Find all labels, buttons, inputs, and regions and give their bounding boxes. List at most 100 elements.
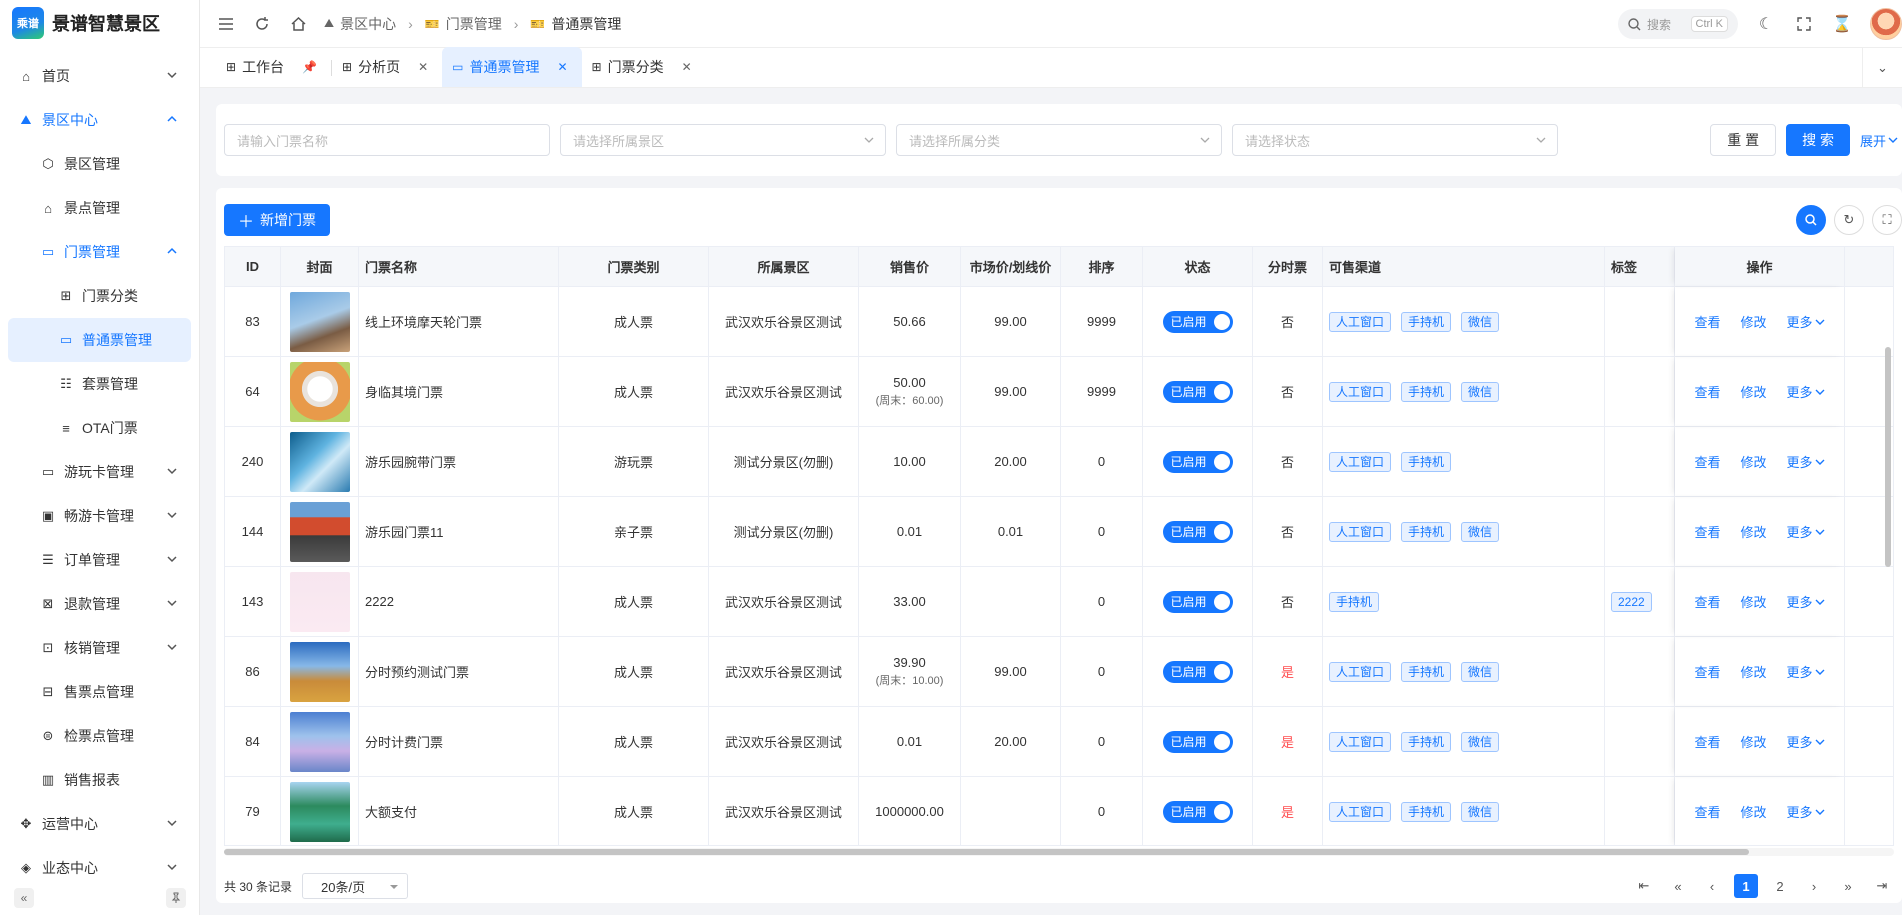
close-icon[interactable]: ✕	[557, 60, 567, 74]
next-group-button[interactable]: »	[1836, 874, 1860, 898]
sidebar-item-0[interactable]: ⌂ 首页	[0, 54, 199, 98]
status-toggle[interactable]: 已启用	[1162, 660, 1233, 683]
scenic-select[interactable]: 请选择所属景区	[560, 124, 886, 156]
edit-link[interactable]: 修改	[1740, 592, 1766, 611]
tab-workbench[interactable]: ⊞ 工作台 📌	[216, 47, 331, 87]
tab-ticket-management[interactable]: ▭ 普通票管理 ✕	[442, 47, 582, 87]
more-dropdown[interactable]: 更多	[1787, 452, 1825, 471]
status-select[interactable]: 请选择状态	[1232, 124, 1558, 156]
more-dropdown[interactable]: 更多	[1787, 312, 1825, 331]
table-cell: 50.66	[859, 287, 961, 356]
pin-icon[interactable]: 📌	[302, 60, 317, 74]
sidebar-item-3[interactable]: ⌂ 景点管理	[0, 186, 199, 230]
expand-filters-link[interactable]: 展开	[1860, 131, 1898, 150]
prev-group-button[interactable]: «	[1666, 874, 1690, 898]
reset-button[interactable]: 重 置	[1710, 124, 1777, 156]
refresh-icon	[256, 16, 268, 30]
theme-toggle-button[interactable]: ☾	[1756, 14, 1776, 34]
fullscreen-button[interactable]	[1794, 14, 1814, 34]
first-page-button[interactable]: ⇤	[1632, 874, 1656, 898]
edit-link[interactable]: 修改	[1740, 452, 1766, 471]
breadcrumb-item[interactable]: 门票管理	[446, 14, 502, 34]
table-cell: 查看 修改 更多	[1675, 287, 1845, 356]
view-link[interactable]: 查看	[1694, 452, 1720, 471]
more-dropdown[interactable]: 更多	[1787, 802, 1825, 821]
status-toggle[interactable]: 已启用	[1162, 520, 1233, 543]
status-toggle[interactable]: 已启用	[1162, 730, 1233, 753]
page-size-select[interactable]: 20条/页	[302, 873, 409, 899]
sidebar-item-12[interactable]: ⊠ 退款管理	[0, 582, 199, 626]
sidebar-item-13[interactable]: ⊡ 核销管理	[0, 626, 199, 670]
close-icon[interactable]: ✕	[418, 60, 428, 74]
breadcrumb-item[interactable]: 景区中心	[340, 14, 396, 34]
status-toggle[interactable]: 已启用	[1162, 310, 1233, 333]
page-2[interactable]: 2	[1768, 874, 1792, 898]
sidebar-item-15[interactable]: ⊜ 检票点管理	[0, 714, 199, 758]
refresh-button[interactable]	[252, 14, 272, 34]
prev-page-button[interactable]: ‹	[1700, 874, 1724, 898]
more-dropdown[interactable]: 更多	[1787, 592, 1825, 611]
category-select[interactable]: 请选择所属分类	[896, 124, 1222, 156]
sidebar-item-7[interactable]: ☷ 套票管理	[0, 362, 199, 406]
home-button[interactable]	[288, 14, 308, 34]
table-fullscreen-button[interactable]: ⛶	[1872, 205, 1902, 235]
sidebar-item-10[interactable]: ▣ 畅游卡管理	[0, 494, 199, 538]
more-dropdown[interactable]: 更多	[1787, 732, 1825, 751]
search-button[interactable]: 搜 索	[1786, 124, 1850, 156]
collapse-sidebar-button[interactable]: «	[14, 888, 34, 908]
sidebar-item-6[interactable]: ▭ 普通票管理	[8, 318, 191, 362]
view-link[interactable]: 查看	[1694, 732, 1720, 751]
sidebar-item-9[interactable]: ▭ 游玩卡管理	[0, 450, 199, 494]
edit-link[interactable]: 修改	[1740, 662, 1766, 681]
sidebar-item-17[interactable]: ✥ 运营中心	[0, 802, 199, 846]
tab-ticket-category[interactable]: ⊞ 门票分类 ✕	[582, 47, 706, 87]
view-link[interactable]: 查看	[1694, 662, 1720, 681]
more-dropdown[interactable]: 更多	[1787, 662, 1825, 681]
vertical-scrollbar[interactable]	[1885, 347, 1891, 567]
edit-link[interactable]: 修改	[1740, 802, 1766, 821]
sidebar-item-label: 检票点管理	[64, 728, 134, 744]
last-page-button[interactable]: ⇥	[1870, 874, 1894, 898]
tabs-dropdown-button[interactable]: ⌄	[1862, 48, 1902, 88]
fullscreen-icon: ⛶	[1882, 212, 1892, 227]
more-dropdown[interactable]: 更多	[1787, 382, 1825, 401]
status-toggle[interactable]: 已启用	[1162, 800, 1233, 823]
global-search[interactable]: 搜索 Ctrl K	[1618, 9, 1738, 39]
edit-link[interactable]: 修改	[1740, 312, 1766, 331]
page-1[interactable]: 1	[1734, 874, 1758, 898]
view-link[interactable]: 查看	[1694, 522, 1720, 541]
table-row: 143 2222 成人票 武汉欢乐谷景区测试 33.00 0 已启用 否 手持机 2222 查看 修改…	[225, 567, 1893, 637]
sidebar-item-14[interactable]: ⊟ 售票点管理	[0, 670, 199, 714]
view-link[interactable]: 查看	[1694, 802, 1720, 821]
status-toggle[interactable]: 已启用	[1162, 590, 1233, 613]
horizontal-scrollbar[interactable]	[224, 848, 1894, 856]
edit-link[interactable]: 修改	[1740, 522, 1766, 541]
status-toggle[interactable]: 已启用	[1162, 450, 1233, 473]
close-icon[interactable]: ✕	[682, 60, 692, 74]
tab-analysis[interactable]: ⊞ 分析页 ✕	[332, 47, 442, 87]
view-link[interactable]: 查看	[1694, 312, 1720, 331]
table-refresh-button[interactable]: ↻	[1834, 205, 1864, 235]
sidebar-item-11[interactable]: ☰ 订单管理	[0, 538, 199, 582]
view-link[interactable]: 查看	[1694, 592, 1720, 611]
add-ticket-button[interactable]: ＋ 新增门票	[224, 204, 331, 236]
pin-sidebar-button[interactable]	[166, 888, 186, 908]
more-dropdown[interactable]: 更多	[1787, 522, 1825, 541]
sidebar-item-8[interactable]: ≡ OTA门票	[0, 406, 199, 450]
status-toggle[interactable]: 已启用	[1162, 380, 1233, 403]
sidebar-item-2[interactable]: ⬡ 景区管理	[0, 142, 199, 186]
user-avatar[interactable]	[1870, 8, 1902, 40]
sidebar-item-1[interactable]: ⛰ 景区中心	[0, 98, 199, 142]
edit-link[interactable]: 修改	[1740, 732, 1766, 751]
sidebar-item-4[interactable]: ▭ 门票管理	[0, 230, 199, 274]
timer-button[interactable]: ⌛	[1832, 14, 1852, 34]
scrollbar-thumb[interactable]	[224, 849, 1749, 855]
next-page-button[interactable]: ›	[1802, 874, 1826, 898]
menu-toggle-button[interactable]	[216, 14, 236, 34]
sidebar-item-16[interactable]: ▥ 销售报表	[0, 758, 199, 802]
view-link[interactable]: 查看	[1694, 382, 1720, 401]
edit-link[interactable]: 修改	[1740, 382, 1766, 401]
table-search-button[interactable]	[1796, 205, 1826, 235]
sidebar-item-5[interactable]: ⊞ 门票分类	[0, 274, 199, 318]
ticket-name-input[interactable]: 请输入门票名称	[224, 124, 550, 156]
